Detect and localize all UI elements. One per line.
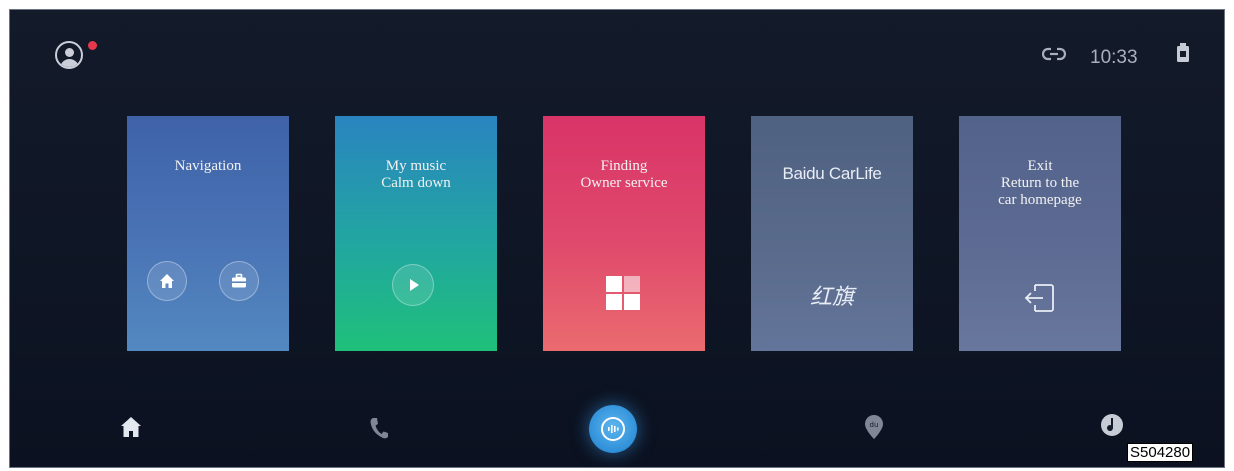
music-card[interactable]: My music Calm down [335, 116, 497, 351]
nav-work-button[interactable] [219, 261, 259, 301]
exit-card-title: Exit Return to the car homepage [998, 158, 1082, 208]
user-avatar-icon[interactable] [55, 41, 83, 69]
figure-code-label: S504280 [1127, 443, 1194, 462]
owner-service-card[interactable]: Finding Owner service [543, 116, 705, 351]
owner-service-card-title: Finding Owner service [580, 158, 668, 191]
play-button[interactable] [392, 264, 434, 306]
battery-icon [1176, 43, 1190, 68]
link-icon [1041, 46, 1067, 67]
clock-time: 10:33 [1090, 47, 1138, 68]
music-note-icon[interactable] [1100, 413, 1124, 442]
notification-dot [88, 41, 97, 50]
map-pin-icon[interactable]: du [863, 414, 885, 445]
navigation-card[interactable]: Navigation [127, 116, 289, 351]
voice-assistant-button[interactable] [589, 405, 637, 453]
home-icon[interactable] [119, 415, 143, 444]
exit-card[interactable]: Exit Return to the car homepage [959, 116, 1121, 351]
home-icon [160, 274, 174, 288]
music-card-title: My music Calm down [381, 158, 451, 191]
briefcase-icon [232, 273, 246, 288]
svg-text:du: du [870, 421, 879, 429]
hongqi-brand-mark: 红旗 [809, 285, 854, 310]
carlife-logo: Baidu CarLife [782, 164, 882, 183]
apps-grid-icon [606, 276, 640, 310]
play-icon [410, 279, 419, 291]
nav-home-button[interactable] [147, 261, 187, 301]
exit-door-icon [1021, 279, 1059, 322]
navigation-card-title: Navigation [174, 158, 242, 174]
carlife-card[interactable]: Baidu CarLife 红旗 [751, 116, 913, 351]
voice-wave-icon [608, 425, 619, 433]
car-infotainment-screen: 10:33 Navigation My music Calm down Find… [9, 9, 1225, 468]
phone-icon[interactable] [369, 416, 389, 445]
